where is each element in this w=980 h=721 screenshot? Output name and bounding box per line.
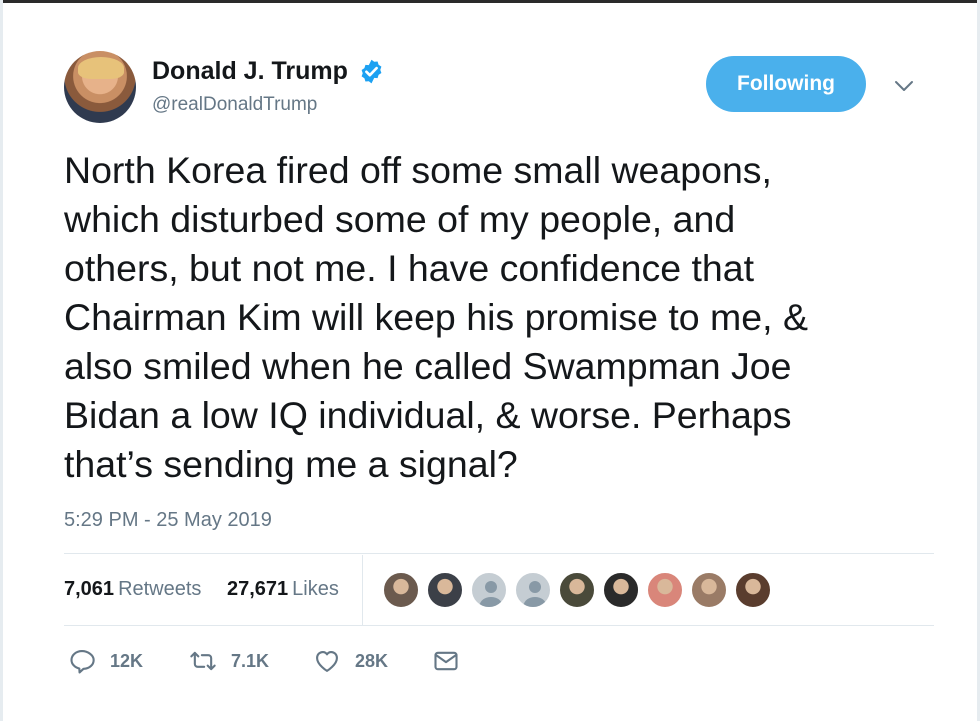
like-button[interactable]: 28K [313,643,388,679]
envelope-icon [434,651,458,671]
retweet-count: 7.1K [231,650,270,671]
tweet-header: Donald J. Trump @realDonaldTrump Followi… [64,51,934,131]
likes-stat[interactable]: 27,671 Likes [227,578,339,601]
direct-message-button[interactable] [432,643,460,679]
liker-avatar-4[interactable] [514,571,552,609]
liker-avatar-3[interactable] [470,571,508,609]
default-avatar-icon [523,581,547,607]
following-button[interactable]: Following [706,56,866,112]
stats-bottom-divider [64,625,934,626]
liker-avatar-1[interactable] [382,571,420,609]
author-handle[interactable]: @realDonaldTrump [152,94,385,116]
liker-avatar-9[interactable] [734,571,772,609]
retweets-stat[interactable]: 7,061 Retweets [64,578,201,601]
window-left-edge [0,0,3,721]
retweets-count: 7,061 [64,578,115,600]
likes-label: Likes [292,578,339,600]
reply-icon [70,650,95,674]
reply-count: 12K [110,650,144,671]
retweets-label: Retweets [118,578,202,600]
tweet-text: North Korea fired off some small weapons… [64,149,808,485]
verified-badge-icon [361,59,382,84]
liker-avatar-2[interactable] [426,571,464,609]
chevron-down-icon[interactable] [894,79,914,93]
retweet-button[interactable]: 7.1K [189,643,269,679]
tweet-actions: 12K 7.1K 28K [64,643,564,679]
liker-avatar-5[interactable] [558,571,596,609]
liker-avatar-7[interactable] [646,571,684,609]
stats-top-divider [64,553,934,554]
liker-avatar-6[interactable] [602,571,640,609]
stats-separator [362,555,363,625]
tweet-timestamp[interactable]: 5:29 PM - 25 May 2019 [64,509,272,532]
tweet-card: Donald J. Trump @realDonaldTrump Followi… [18,3,962,721]
like-count: 28K [355,650,389,671]
likes-count: 27,671 [227,578,289,600]
author-name-block: Donald J. Trump @realDonaldTrump [152,57,385,116]
tweet-stats: 7,061 Retweets 27,671 Likes [64,555,934,625]
retweet-icon [190,651,216,671]
default-avatar-icon [479,581,503,607]
reply-button[interactable]: 12K [68,643,143,679]
liker-avatar-8[interactable] [690,571,728,609]
author-avatar[interactable] [64,51,136,123]
author-display-name[interactable]: Donald J. Trump [152,57,348,86]
heart-icon [316,650,338,672]
